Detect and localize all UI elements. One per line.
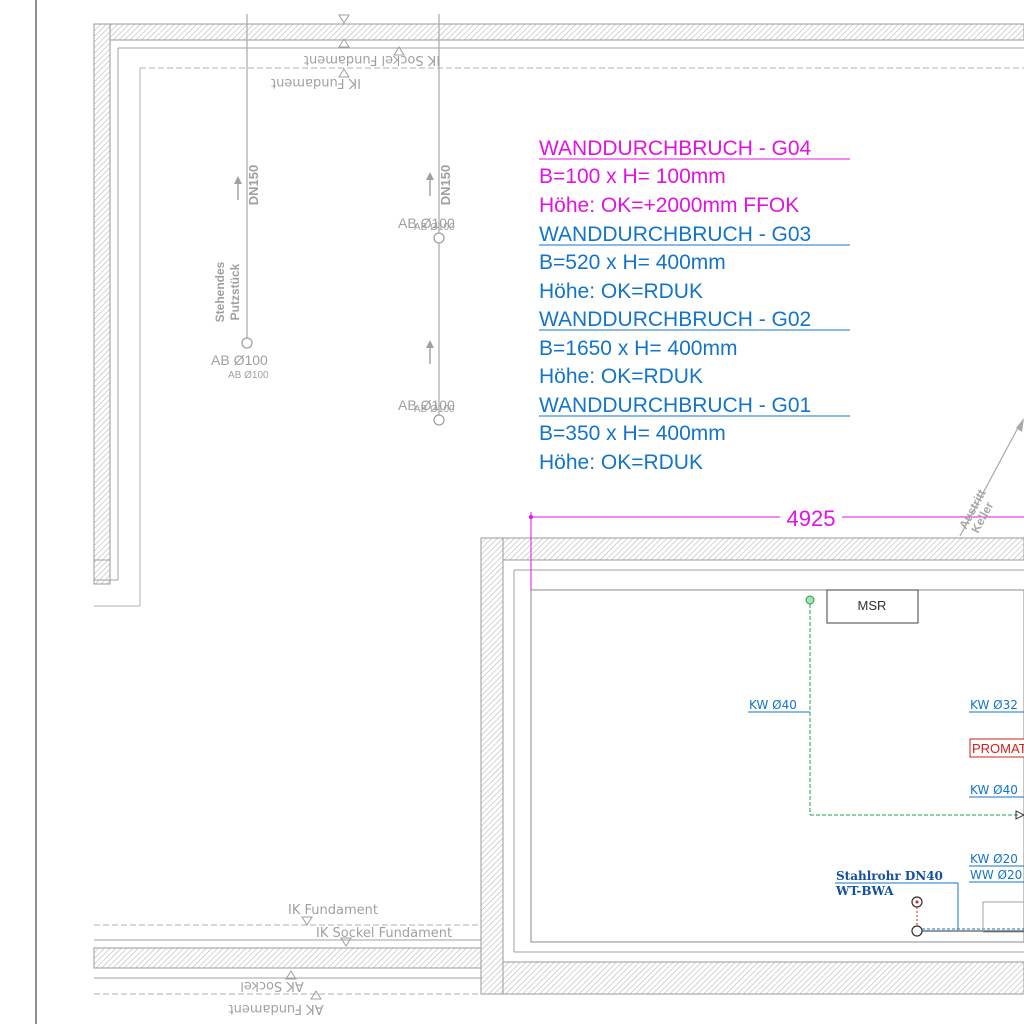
ik-sockel-fundament-top: IK Sockel Fundament xyxy=(304,52,440,67)
g02-size: B=1650 x H= 400mm xyxy=(539,337,737,360)
kw40-right: KW Ø40 xyxy=(970,783,1018,797)
room-labels: MSR KW Ø40 KW Ø32 PROMAT KW Ø40 KW Ø20 W… xyxy=(749,598,1024,898)
g03-height: Höhe: OK=RDUK xyxy=(539,280,703,303)
g04-size: B=100 x H= 100mm xyxy=(539,165,726,188)
ww20: WW Ø20 xyxy=(970,868,1022,882)
g02-height: Höhe: OK=RDUK xyxy=(539,365,703,388)
g03-title: WANDDURCHBRUCH - G03 xyxy=(539,223,811,246)
exit-label: Austritt Keller xyxy=(956,487,996,535)
stahlrohr: Stahlrohr DN40 xyxy=(836,869,943,883)
kw40-left: KW Ø40 xyxy=(749,698,797,712)
promat: PROMAT xyxy=(972,741,1024,756)
dn150-left: DN150 xyxy=(246,165,261,205)
msr-label: MSR xyxy=(858,598,887,613)
putzstueck: Putzstück xyxy=(228,263,242,320)
pipe-labels: DN150 DN150 Stehendes Putzstück AB Ø100 … xyxy=(211,165,455,415)
ik-sockel-fundament-bottom: IK Sockel Fundament xyxy=(316,926,452,941)
ak-fundament-bottom: AK Fundament xyxy=(228,1001,323,1016)
room-walls xyxy=(480,537,1024,995)
kw32: KW Ø32 xyxy=(970,698,1018,712)
dn150-right: DN150 xyxy=(438,165,453,205)
g03-size: B=520 x H= 400mm xyxy=(539,251,726,274)
level-labels-top: IK Sockel Fundament IK Fundament xyxy=(271,52,440,90)
floor-plan-drawing: IK Sockel Fundament IK Fundament IK Fund… xyxy=(35,0,1024,1024)
wtbwa: WT-BWA xyxy=(835,884,894,898)
g02-title: WANDDURCHBRUCH - G02 xyxy=(539,308,811,331)
bottom-pipes xyxy=(911,883,1024,937)
ab100-left: AB Ø100 xyxy=(211,352,268,368)
stehendes: Stehendes xyxy=(213,261,227,322)
g04-height: Höhe: OK=+2000mm FFOK xyxy=(539,194,799,217)
ab100-right-top-small: AB Ø100 xyxy=(414,222,455,233)
ab100-right-bottom-small: AB Ø100 xyxy=(414,404,455,415)
g01-size: B=350 x H= 400mm xyxy=(539,422,726,445)
wall-opening-annotations: WANDDURCHBRUCH - G04 B=100 x H= 100mm Hö… xyxy=(539,137,850,474)
ik-fundament-bottom: IK Fundament xyxy=(288,903,378,918)
dimension-value: 4925 xyxy=(787,506,836,531)
g04-title: WANDDURCHBRUCH - G04 xyxy=(539,137,812,160)
kw20: KW Ø20 xyxy=(970,852,1018,866)
g01-height: Höhe: OK=RDUK xyxy=(539,451,703,474)
ak-sockel-bottom: AK Sockel xyxy=(240,978,304,993)
ab100-left-small: AB Ø100 xyxy=(228,370,269,381)
ik-fundament-top: IK Fundament xyxy=(271,75,361,90)
g01-title: WANDDURCHBRUCH - G01 xyxy=(539,394,811,417)
